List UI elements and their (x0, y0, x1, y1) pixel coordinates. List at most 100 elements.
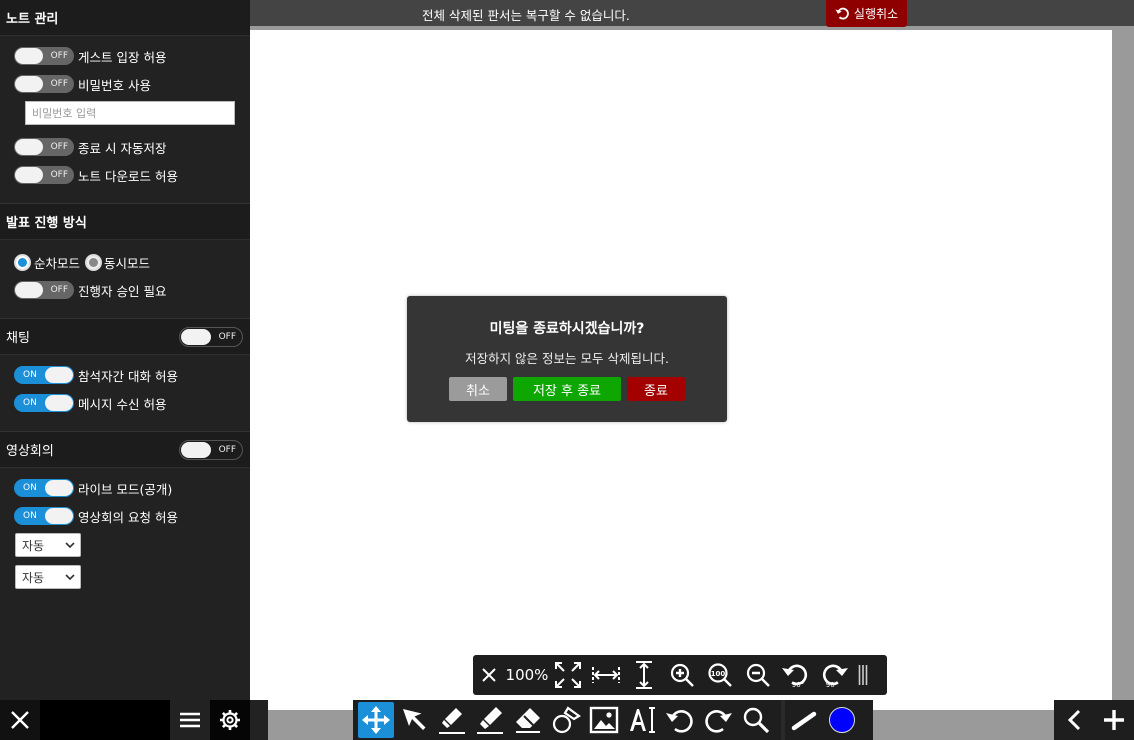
prev-page-button[interactable] (1054, 700, 1094, 740)
zoom-reset-icon: 100 (708, 663, 732, 687)
svg-text:100: 100 (711, 670, 726, 678)
move-tool-button[interactable] (358, 702, 394, 738)
password-input[interactable]: 비밀번호 입력 (25, 101, 235, 125)
save-and-quit-button[interactable]: 저장 후 종료 (513, 377, 621, 401)
autosave-label: 종료 시 자동저장 (78, 140, 167, 156)
guest-entry-toggle[interactable]: OFF (14, 47, 74, 65)
video-toggle[interactable]: OFF (179, 439, 243, 460)
drawing-toolbar (353, 700, 873, 740)
close-zoombar-button[interactable] (473, 655, 505, 695)
video-request-label: 영상회의 요청 허용 (78, 509, 178, 525)
undo-label: 실행취소 (853, 7, 899, 21)
fit-height-button[interactable] (625, 655, 663, 695)
password-label: 비밀번호 사용 (78, 77, 151, 93)
color-swatch-icon (829, 707, 855, 733)
settings-button[interactable] (210, 700, 250, 740)
zoom-tool-button[interactable] (737, 700, 775, 740)
zoombar-drag-handle[interactable] (853, 655, 873, 695)
bottom-left-tail (250, 700, 268, 740)
live-mode-row: ON 라이브 모드(공개) (14, 474, 250, 502)
pen-tool-button[interactable] (433, 700, 471, 740)
video-request-toggle[interactable]: ON (14, 507, 74, 525)
receive-toggle[interactable]: ON (14, 394, 74, 412)
password-row: OFF 비밀번호 사용 (14, 70, 250, 98)
close-icon (11, 711, 29, 729)
live-mode-toggle[interactable]: ON (14, 479, 74, 497)
rotate-left-button[interactable]: 90° (777, 655, 815, 695)
guest-entry-row: OFF 게스트 입장 허용 (14, 42, 250, 70)
menu-button[interactable] (170, 700, 210, 740)
peer-chat-row: ON 참석자간 대화 허용 (14, 361, 250, 389)
color-picker-button[interactable] (823, 700, 861, 740)
chat-header: 채팅 OFF (0, 319, 250, 355)
fit-width-icon (592, 667, 620, 683)
presentation-header: 발표 진행 방식 (0, 204, 250, 240)
audio-quality-value: 자동 (22, 570, 45, 585)
close-icon (482, 668, 496, 682)
eraser-tool-button[interactable] (509, 700, 547, 740)
note-settings-section: OFF 게스트 입장 허용 OFF 비밀번호 사용 비밀번호 입력 OFF 종료… (0, 36, 250, 204)
text-tool-button[interactable] (623, 700, 661, 740)
redo-tool-button[interactable] (699, 700, 737, 740)
rotate-right-button[interactable]: 90° (815, 655, 853, 695)
eraser-icon (516, 708, 540, 733)
video-header: 영상회의 OFF (0, 432, 250, 468)
video-quality-select[interactable]: 자동 (15, 533, 81, 557)
add-page-button[interactable] (1094, 700, 1134, 740)
chevron-left-icon (1067, 709, 1081, 731)
password-toggle[interactable]: OFF (14, 75, 74, 93)
download-label: 노트 다운로드 허용 (78, 168, 178, 184)
top-notice-bar: 전체 삭제된 판서는 복구할 수 없습니다. 실행취소 (250, 0, 1134, 27)
shape-tool-button[interactable] (547, 700, 585, 740)
autosave-toggle[interactable]: OFF (14, 138, 74, 156)
settings-panel: 노트 관리 OFF 게스트 입장 허용 OFF 비밀번호 사용 비밀번호 입력 … (0, 0, 250, 700)
zoom-level: 100% (505, 666, 549, 684)
sequential-mode-radio[interactable] (14, 253, 31, 271)
cancel-button[interactable]: 취소 (449, 377, 507, 401)
pen-icon (439, 708, 465, 734)
audio-quality-select[interactable]: 자동 (15, 565, 81, 589)
fit-screen-icon (555, 662, 581, 688)
rotate-left-icon: 90° (782, 664, 808, 689)
fit-screen-button[interactable] (549, 655, 587, 695)
chat-section: ON 참석자간 대화 허용 ON 메시지 수신 허용 (0, 355, 250, 432)
mode-row: 순차모드 동시모드 (14, 248, 250, 276)
highlighter-icon (477, 707, 503, 734)
zoom-in-button[interactable] (663, 655, 701, 695)
peer-chat-label: 참석자간 대화 허용 (78, 368, 178, 384)
presentation-section: 순차모드 동시모드 OFF 진행자 승인 필요 (0, 240, 250, 319)
text-icon (630, 707, 655, 733)
dialog-message: 저장하지 않은 정보는 모두 삭제됩니다. (465, 351, 669, 366)
drag-handle-icon (858, 665, 868, 685)
undo-tool-button[interactable] (661, 700, 699, 740)
video-quality-value: 자동 (22, 538, 45, 553)
move-icon (362, 706, 390, 734)
undo-icon (666, 710, 693, 733)
line-width-icon (791, 711, 817, 731)
select-tool-button[interactable] (395, 700, 433, 740)
sync-mode-label: 동시모드 (104, 255, 151, 271)
bottom-right-bar (1054, 700, 1134, 740)
approval-toggle[interactable]: OFF (14, 281, 74, 299)
quit-button[interactable]: 종료 (627, 377, 685, 401)
undo-button[interactable]: 실행취소 (826, 0, 907, 27)
download-row: OFF 노트 다운로드 허용 (14, 161, 250, 189)
plus-icon (1104, 710, 1124, 730)
magnifier-icon (743, 707, 770, 734)
zoom-100-button[interactable]: 100 (701, 655, 739, 695)
approval-row: OFF 진행자 승인 필요 (14, 276, 250, 304)
receive-row: ON 메시지 수신 허용 (14, 389, 250, 417)
peer-chat-toggle[interactable]: ON (14, 366, 74, 384)
image-tool-button[interactable] (585, 700, 623, 740)
fit-width-button[interactable] (587, 655, 625, 695)
highlighter-tool-button[interactable] (471, 700, 509, 740)
zoom-in-icon (670, 663, 694, 687)
chat-toggle[interactable]: OFF (179, 326, 243, 347)
close-panel-button[interactable] (0, 700, 40, 740)
line-width-button[interactable] (785, 700, 823, 740)
download-toggle[interactable]: OFF (14, 166, 74, 184)
sync-mode-radio[interactable] (85, 253, 103, 271)
shapes-icon (552, 706, 581, 734)
zoom-out-button[interactable] (739, 655, 777, 695)
chevron-down-icon (65, 574, 75, 580)
